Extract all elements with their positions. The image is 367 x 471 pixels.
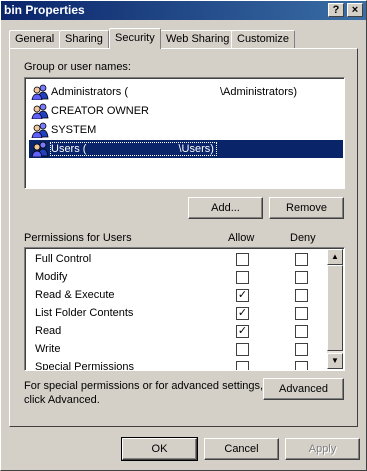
permission-name: Write — [35, 343, 61, 355]
deny-checkbox[interactable] — [295, 271, 308, 284]
deny-checkbox[interactable] — [295, 307, 308, 320]
remove-button[interactable]: Remove — [269, 197, 344, 219]
allow-checkbox[interactable]: ✓ — [236, 289, 249, 302]
add-button[interactable]: Add... — [188, 197, 263, 219]
user-group-icon — [31, 141, 49, 157]
allow-checkbox[interactable] — [236, 361, 249, 370]
scroll-down-arrow-icon[interactable]: ▼ — [327, 353, 343, 369]
user-name: Users ( — [51, 143, 87, 155]
tab-web-sharing[interactable]: Web Sharing — [160, 30, 236, 48]
permission-name: Special Permissions — [35, 361, 135, 371]
permission-row: Modify — [25, 269, 327, 287]
permission-name: List Folder Contents — [35, 307, 134, 319]
tab-sharing[interactable]: Sharing — [59, 30, 109, 48]
scroll-thumb[interactable] — [327, 265, 343, 351]
permission-name: Full Control — [35, 253, 92, 265]
permission-row: Special Permissions — [25, 359, 327, 371]
user-list[interactable]: Administrators ( \Administrators) CREATO… — [24, 77, 345, 189]
deny-checkbox[interactable] — [295, 343, 308, 356]
list-item-users[interactable]: Users ( \Users) — [29, 140, 343, 158]
properties-window: bin Properties ? × General Sharing Secur… — [0, 0, 367, 471]
window-title: bin Properties — [4, 3, 85, 17]
user-group-icon — [31, 84, 49, 100]
selected-user-text: Users ( \Users) — [50, 142, 217, 156]
list-item-creator-owner[interactable]: CREATOR OWNER — [29, 102, 343, 120]
tab-security[interactable]: Security — [109, 28, 161, 49]
allow-header: Allow — [228, 232, 255, 244]
advanced-hint-line2: click Advanced. — [24, 394, 100, 406]
allow-checkbox[interactable] — [236, 271, 249, 284]
user-suffix: \Users) — [178, 143, 214, 155]
tab-general[interactable]: General — [9, 30, 61, 48]
deny-checkbox[interactable] — [295, 289, 308, 302]
user-name: Administrators ( — [51, 86, 129, 98]
allow-checkbox[interactable] — [236, 343, 249, 356]
deny-header: Deny — [290, 232, 316, 244]
security-panel: Group or user names: Administrators ( \A… — [9, 48, 358, 427]
help-button[interactable]: ? — [328, 3, 344, 17]
ok-button[interactable]: OK — [121, 437, 198, 461]
list-item-administrators[interactable]: Administrators ( \Administrators) — [29, 83, 343, 101]
advanced-button[interactable]: Advanced — [263, 378, 344, 400]
group-label: Group or user names: — [24, 61, 131, 73]
deny-checkbox[interactable] — [295, 325, 308, 338]
permission-row: Full Control — [25, 251, 327, 269]
close-button[interactable]: × — [347, 3, 363, 17]
apply-button[interactable]: Apply — [285, 438, 360, 460]
permission-name: Read — [35, 325, 62, 337]
user-name: CREATOR OWNER — [51, 105, 149, 117]
permissions-list[interactable]: Full Control Modify Read & Execute ✓ Lis… — [24, 247, 345, 371]
advanced-hint-line1: For special permissions or for advanced … — [24, 380, 264, 392]
user-group-icon — [31, 122, 49, 138]
user-suffix: \Administrators) — [220, 86, 298, 98]
permissions-label: Permissions for Users — [24, 232, 132, 244]
allow-checkbox[interactable]: ✓ — [236, 307, 249, 320]
allow-checkbox[interactable] — [236, 253, 249, 266]
list-item-system[interactable]: SYSTEM — [29, 121, 343, 139]
user-name: SYSTEM — [51, 124, 97, 136]
permission-row: Write — [25, 341, 327, 359]
user-group-icon — [31, 103, 49, 119]
permission-row: Read & Execute ✓ — [25, 287, 327, 305]
tab-customize[interactable]: Customize — [231, 30, 295, 48]
deny-checkbox[interactable] — [295, 253, 308, 266]
scroll-up-arrow-icon[interactable]: ▲ — [327, 249, 343, 265]
cancel-button[interactable]: Cancel — [204, 438, 279, 460]
deny-checkbox[interactable] — [295, 361, 308, 370]
permission-name: Modify — [35, 271, 68, 283]
permission-row: List Folder Contents ✓ — [25, 305, 327, 323]
title-bar[interactable]: bin Properties ? × — [1, 1, 366, 20]
permission-name: Read & Execute — [35, 289, 115, 301]
permissions-scrollbar[interactable]: ▲ ▼ — [327, 249, 343, 369]
permission-row: Read ✓ — [25, 323, 327, 341]
tab-strip: General Sharing Security Web Sharing Cus… — [9, 28, 359, 49]
allow-checkbox[interactable]: ✓ — [236, 325, 249, 338]
